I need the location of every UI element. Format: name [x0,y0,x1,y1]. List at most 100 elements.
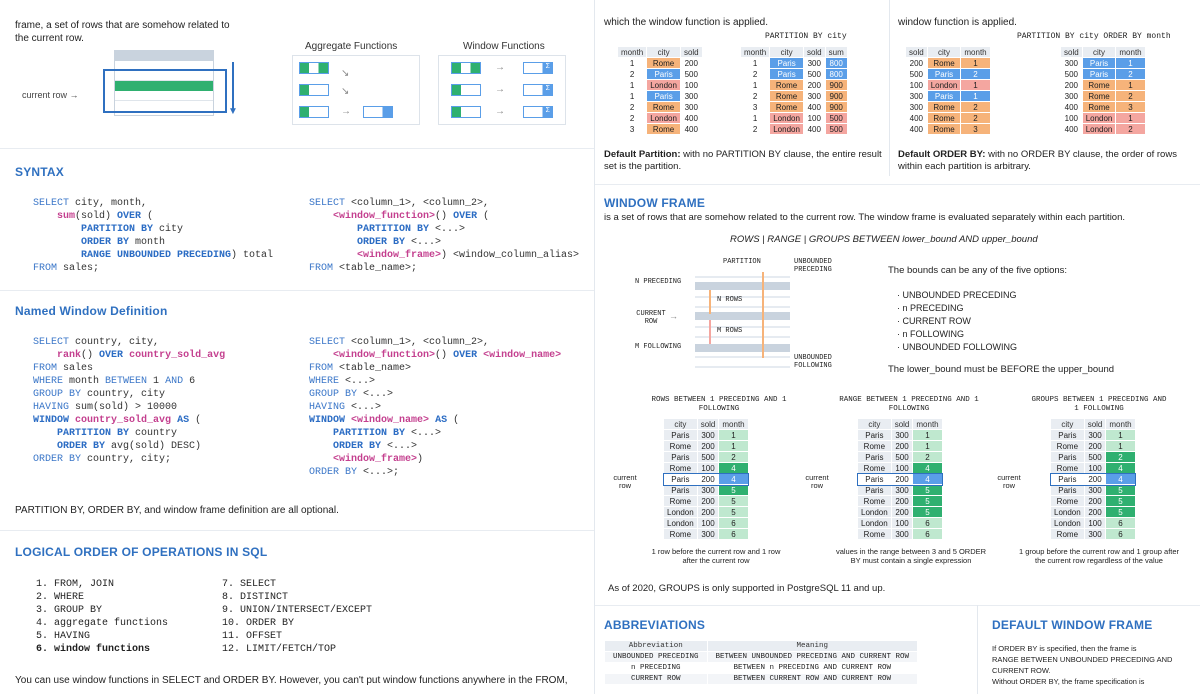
table-cell: 5 [1105,495,1136,507]
table-cell: 5 [718,495,749,507]
table-cell: 400 [905,123,928,135]
table-cell: Rome [1081,101,1117,113]
table-cell: 500 [802,68,826,80]
table-cell: Rome [857,495,892,507]
table-cell: 3 [1115,101,1146,113]
default-window-frame-text: If ORDER BY is specified, then the frame… [992,644,1173,686]
table-cell: 6 [1105,517,1136,529]
example-rows-table: city sold month Paris 300 1 Rome 200 1 Paris 500 2 R… [662,418,750,540]
partition-table-3: sold city month 200 Rome 1 500 Paris 2 100 London 1… [905,46,991,135]
table-cell: London [1050,506,1085,518]
logical-order-col2: 7. SELECT 8. DISTINCT 9. UNION/INTERSECT… [222,579,373,655]
partition-table-2: month city sold sum 1 Paris 300 800 2 Paris 500 800… [739,46,848,135]
table-row: London 100 6 [1050,517,1136,529]
partition-label-right: PARTITION BY city ORDER BY month [1017,32,1171,41]
table-cell: 300 [905,90,928,102]
syntax-code-example: SELECT city, month, sum(sold) OVER ( PAR… [33,198,274,274]
table-cell: Paris [1081,57,1117,69]
aggregate-functions-title: Aggregate Functions [305,41,398,52]
table-row: 100 London 1 [905,79,991,91]
column-header: sold [696,418,720,430]
sigma-icon: Σ [523,84,553,96]
table-cell: 500 [696,451,720,463]
table-cell: 1 [616,79,648,91]
table-row: 300 Rome 2 [1060,90,1146,102]
table-cell: Rome [646,123,681,135]
table-row: Rome 300 6 [663,528,749,540]
table-cell: 200 [890,440,914,452]
table-cell: 2 [739,123,771,135]
table-cell: London [769,123,804,135]
table-cell: 1 [616,90,648,102]
table-cell: Rome [1050,528,1085,540]
table-cell: 200 [1083,440,1107,452]
table-row: 1 Rome 200 900 [739,79,848,91]
table-cell: Rome [769,79,804,91]
table-cell: 200 [1060,79,1083,91]
table-cell: 800 [824,68,848,80]
table-row: Rome 200 1 [857,440,943,452]
table-cell: 2 [616,112,648,124]
table-cell: Rome [663,440,698,452]
table-row: 1 London 100 500 [739,112,848,124]
table-cell: 300 [802,57,826,69]
table-cell: 200 [696,495,720,507]
table-row: London 100 6 [857,517,943,529]
table-cell: BETWEEN n PRECEDING AND CURRENT ROW [706,662,919,674]
table-cell: Rome [663,495,698,507]
table-row: 300 Paris 1 [905,90,991,102]
column-header: city [1050,418,1085,430]
table-cell: 2 [739,68,771,80]
sigma-icon: Σ [523,106,553,118]
table-cell: 1 [912,440,943,452]
column-header: city [769,46,804,58]
table-row: 2 Rome 300 900 [739,90,848,102]
table-cell: 200 [1083,506,1107,518]
table-cell: 400 [905,112,928,124]
example-current-row-label-2: current row [805,473,829,490]
example-rows-title: ROWS BETWEEN 1 PRECEDING AND 1 FOLLOWING [651,396,787,413]
intro-line-1: frame, a set of rows that are somehow re… [15,20,230,31]
table-row: 400 Rome 3 [1060,101,1146,113]
frame-unbounded-preceding-label: UNBOUNDED PRECEDING [794,258,832,274]
table-header-row: sold city month [905,46,991,58]
window-functions-title: Window Functions [463,41,545,52]
frame-current-row-label: CURRENT ROW [636,310,666,326]
column-header: city [926,46,962,58]
table-cell: 2 [616,68,648,80]
frame-diagram [695,268,790,368]
table-cell: UNBOUNDED PRECEDING [604,651,708,663]
frame-m-following-label: M FOLLOWING [635,343,682,351]
column-header: month [1105,418,1136,430]
table-cell: 6 [912,528,943,540]
table-cell: 4 [912,462,943,474]
column-header: city [1081,46,1117,58]
default-window-frame-title: DEFAULT WINDOW FRAME [992,618,1153,632]
table-cell: 1 [1105,429,1136,441]
aggregate-diagram: ↘ ↘ → [292,55,420,125]
syntax-title: SYNTAX [15,165,64,179]
table-cell: Paris [769,68,804,80]
table-cell: 500 [824,112,848,124]
table-cell: Paris [857,451,892,463]
table-row: Paris 300 1 [1050,429,1136,441]
window-frame-title: WINDOW FRAME [604,196,706,210]
table-cell: 5 [912,495,943,507]
logical-order-title: LOGICAL ORDER OF OPERATIONS IN SQL [15,545,268,559]
table-cell: 1 [739,79,771,91]
table-row: 200 Rome 1 [905,57,991,69]
logical-footer: You can use window functions in SELECT a… [15,675,568,686]
table-cell: Paris [663,451,698,463]
partition-table-4: sold city month 300 Paris 1 500 Paris 2 200 Rome 1 3… [1060,46,1146,135]
table-row: 1 Rome 200 [616,57,703,69]
table-cell: 100 [679,79,703,91]
table-cell: 4 [1105,473,1136,485]
table-row: Rome 100 4 [1050,462,1136,474]
table-row: 300 Rome 2 [905,101,991,113]
table-cell: 200 [696,440,720,452]
table-header-row: month city sold sum [739,46,848,58]
table-row: UNBOUNDED PRECEDING BETWEEN UNBOUNDED PRE… [604,651,919,663]
table-cell: 1 [960,79,991,91]
table-row: 3 Rome 400 900 [739,101,848,113]
column-header: sold [1083,418,1107,430]
